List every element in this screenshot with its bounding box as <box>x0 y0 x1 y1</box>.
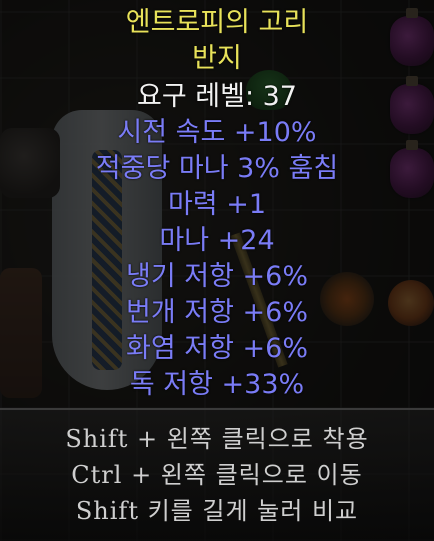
item-name: 엔트로피의 고리 <box>125 7 309 38</box>
hint-panel: Shift + 왼쪽 클릭으로 착용 Ctrl + 왼쪽 클릭으로 이동 Shi… <box>0 408 434 541</box>
property-mana-steal: 적중당 마나 3% 훔침 <box>95 153 339 184</box>
hint-move: Ctrl + 왼쪽 클릭으로 이동 <box>71 461 363 489</box>
property-lightning-resist: 번개 저항 +6% <box>126 297 308 328</box>
property-cast-speed: 시전 속도 +10% <box>117 117 317 148</box>
hint-compare: Shift 키를 길게 눌러 비교 <box>75 497 359 525</box>
property-energy: 마력 +1 <box>167 189 267 220</box>
property-mana: 마나 +24 <box>159 225 275 256</box>
item-tooltip: 엔트로피의 고리 반지 요구 레벨: 37 시전 속도 +10% 적중당 마나 … <box>0 0 434 408</box>
property-fire-resist: 화염 저항 +6% <box>126 333 308 364</box>
item-type: 반지 <box>192 43 242 74</box>
property-cold-resist: 냉기 저항 +6% <box>126 261 308 292</box>
property-poison-resist: 독 저항 +33% <box>129 369 305 400</box>
level-requirement: 요구 레벨: 37 <box>137 81 297 112</box>
hint-equip: Shift + 왼쪽 클릭으로 착용 <box>65 425 369 453</box>
